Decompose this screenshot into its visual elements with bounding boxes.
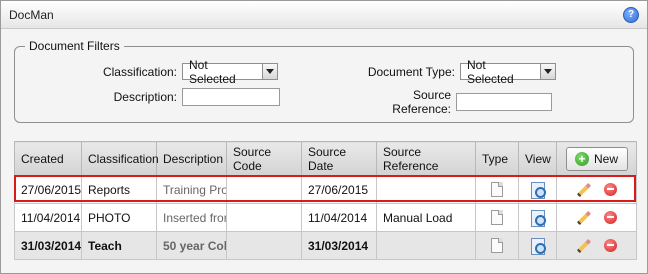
classification-select[interactable]: Not Selected	[182, 58, 278, 86]
cell-actions	[556, 175, 637, 204]
cell-view	[518, 231, 557, 260]
cell-source-reference	[376, 175, 476, 204]
cell-type	[475, 203, 519, 232]
table-row[interactable]: 27/06/2015 Reports Training Proc 27/06/2…	[14, 175, 637, 204]
docman-window: DocMan ? Document Filters Classification…	[0, 0, 648, 274]
table-row[interactable]: 31/03/2014 Teach 50 year Colle 31/03/201…	[14, 231, 637, 260]
chevron-down-icon[interactable]	[262, 64, 277, 79]
col-source-code[interactable]: Source Code	[226, 141, 302, 176]
source-reference-row: Source Reference:	[355, 88, 552, 116]
table-row[interactable]: 11/04/2014 PHOTO Inserted from 11/04/201…	[14, 203, 637, 232]
cell-description: Inserted from	[156, 203, 227, 232]
view-icon[interactable]	[530, 237, 546, 255]
cell-type	[475, 231, 519, 260]
col-new: + New	[556, 141, 637, 176]
cell-classification: PHOTO	[81, 203, 157, 232]
title-bar: DocMan ?	[1, 1, 647, 29]
window-title: DocMan	[9, 7, 54, 22]
document-icon	[491, 210, 503, 225]
cell-created: 11/04/2014	[14, 203, 82, 232]
col-source-reference[interactable]: Source Reference	[376, 141, 476, 176]
cell-classification: Teach	[81, 231, 157, 260]
col-created[interactable]: Created	[14, 141, 82, 176]
cell-source-reference: Manual Load	[376, 203, 476, 232]
description-input[interactable]	[182, 88, 280, 106]
description-row: Description:	[97, 88, 280, 106]
documents-table: Created Classification Description Sourc…	[14, 141, 637, 260]
cell-type	[475, 175, 519, 204]
cell-source-reference	[376, 231, 476, 260]
help-icon[interactable]: ?	[623, 6, 639, 23]
chevron-down-icon[interactable]	[540, 64, 555, 79]
document-icon	[491, 182, 503, 197]
delete-icon[interactable]	[604, 183, 617, 196]
cell-created: 27/06/2015	[14, 175, 82, 204]
delete-icon[interactable]	[604, 211, 617, 224]
new-label: New	[593, 151, 618, 166]
cell-description: 50 year Colle	[156, 231, 227, 260]
view-icon[interactable]	[530, 181, 546, 199]
col-classification[interactable]: Classification	[81, 141, 159, 176]
document-icon	[491, 238, 503, 253]
cell-created: 31/03/2014	[14, 231, 82, 260]
delete-icon[interactable]	[604, 239, 617, 252]
cell-description: Training Proc	[156, 175, 227, 204]
source-reference-input[interactable]	[456, 93, 552, 111]
plus-icon: +	[574, 151, 589, 166]
cell-source-date: 27/06/2015	[301, 175, 377, 204]
cell-view	[518, 203, 557, 232]
cell-source-code	[226, 231, 302, 260]
classification-row: Classification: Not Selected	[97, 58, 278, 86]
col-type[interactable]: Type	[475, 141, 519, 176]
cell-source-code	[226, 175, 302, 204]
document-type-label: Document Type:	[367, 64, 455, 79]
edit-icon[interactable]	[576, 238, 592, 253]
cell-actions	[556, 203, 637, 232]
col-description[interactable]: Description	[156, 141, 227, 176]
classification-value: Not Selected	[189, 57, 236, 86]
edit-icon[interactable]	[576, 210, 592, 225]
cell-view	[518, 175, 557, 204]
document-type-select[interactable]: Not Selected	[460, 58, 556, 86]
classification-label: Classification:	[102, 64, 177, 79]
cell-source-date: 11/04/2014	[301, 203, 377, 232]
edit-icon[interactable]	[576, 182, 592, 197]
col-source-date[interactable]: Source Date	[301, 141, 377, 176]
cell-classification: Reports	[81, 175, 157, 204]
filters-legend: Document Filters	[29, 39, 120, 53]
cell-actions	[556, 231, 637, 260]
document-type-value: Not Selected	[467, 57, 514, 86]
col-view[interactable]: View	[518, 141, 557, 176]
new-button[interactable]: + New	[565, 146, 628, 171]
cell-source-code	[226, 203, 302, 232]
document-type-row: Document Type: Not Selected	[355, 58, 556, 86]
cell-source-date: 31/03/2014	[301, 231, 377, 260]
source-reference-label: Source Reference:	[392, 88, 451, 116]
view-icon[interactable]	[530, 209, 546, 227]
table-header-row: Created Classification Description Sourc…	[14, 141, 637, 176]
description-label: Description:	[113, 90, 177, 104]
